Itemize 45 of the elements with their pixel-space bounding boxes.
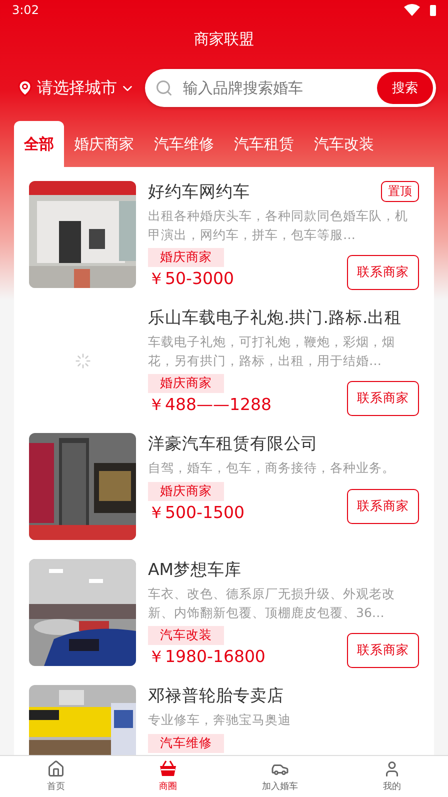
pinned-tag: 置顶 — [381, 181, 419, 202]
category-tag: 汽车维修 — [148, 734, 224, 752]
contact-button[interactable]: 联系商家 — [347, 488, 419, 524]
page-title: 商家联盟 — [193, 29, 255, 50]
nav-tab[interactable]: 加入婚车 — [224, 756, 336, 797]
status-time: 3:02 — [12, 3, 39, 17]
nav-tab[interactable]: 我的 — [336, 756, 448, 797]
category-tag: 汽车改装 — [148, 626, 224, 645]
category-tab[interactable]: 婚庆商家 — [64, 121, 144, 167]
user-icon — [383, 760, 401, 778]
merchant-name: AM梦想车库 — [148, 559, 242, 581]
location-icon — [16, 79, 34, 97]
search-icon — [155, 79, 173, 97]
merchant-name: 邓禄普轮胎专卖店 — [148, 685, 284, 707]
merchant-name: 好约车网约车 — [148, 181, 250, 203]
merchant-name: 乐山车载电子礼炮.拱门.路标.出租 — [148, 307, 402, 329]
category-tab[interactable]: 汽车维修 — [144, 121, 224, 167]
merchant-description: 车载电子礼炮，可打礼炮，鞭炮，彩烟，烟花，另有拱门，路标，出租，用于结婚… — [148, 333, 396, 370]
home-icon — [47, 760, 65, 778]
merchant-description: 车衣、改色、德系原厂无损升级、外观老改新、内饰翻新包覆、顶棚鹿皮包覆、36… — [148, 585, 396, 622]
contact-button[interactable]: 联系商家 — [347, 633, 419, 668]
city-selector[interactable]: 请选择城市 — [16, 78, 135, 98]
category-tag: 婚庆商家 — [148, 248, 224, 267]
category-tag: 婚庆商家 — [148, 374, 224, 393]
price-range: ￥50-3000 — [148, 268, 234, 290]
category-tab[interactable]: 汽车改装 — [304, 121, 384, 167]
wifi-battery-icon — [404, 4, 438, 16]
contact-button[interactable]: 联系商家 — [347, 255, 419, 290]
contact-button[interactable]: 联系商家 — [347, 381, 419, 416]
category-tab[interactable]: 汽车租赁 — [224, 121, 304, 167]
basket-icon — [159, 760, 177, 778]
price-range: ￥1980-16800 — [148, 646, 266, 668]
price-range: ￥488——1288 — [148, 394, 272, 416]
merchant-name: 洋豪汽车租赁有限公司 — [148, 433, 318, 455]
price-range: ￥500-1500 — [148, 502, 244, 524]
nav-tab[interactable]: 首页 — [0, 756, 112, 797]
category-tab[interactable]: 全部 — [14, 121, 64, 167]
search-button[interactable]: 搜索 — [377, 72, 433, 104]
loading-icon — [74, 352, 90, 368]
merchant-description: 自驾，婚车，包车，商务接待，各种业务。 — [148, 459, 396, 477]
category-tag: 婚庆商家 — [148, 482, 224, 500]
merchant-description: 出租各种婚庆头车，各种同款同色婚车队，机甲演出，网约车，拼车，包车等服… — [148, 207, 409, 244]
merchant-description: 专业修车，奔驰宝马奥迪 — [148, 711, 292, 729]
search-field[interactable]: 输入品牌搜索婚车 搜索 — [145, 69, 436, 107]
nav-tab[interactable]: 商圈 — [112, 756, 224, 797]
